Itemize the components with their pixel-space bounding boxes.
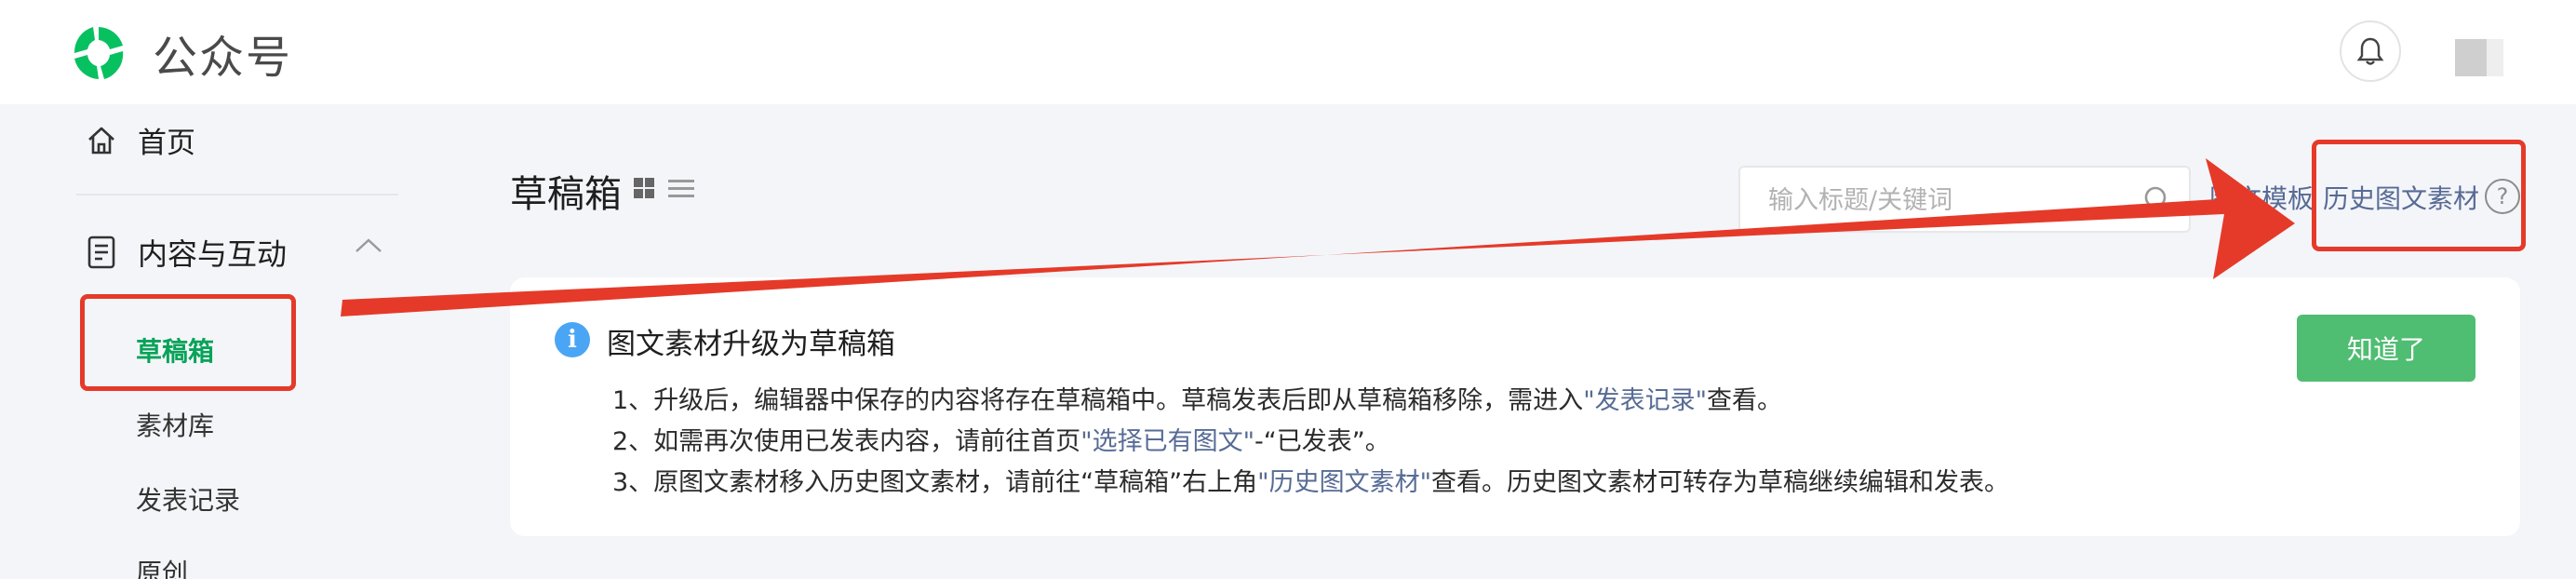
bell-icon: [2356, 37, 2384, 65]
avatar-image: [2455, 39, 2487, 76]
history-materials-inline-link[interactable]: "历史图文素材": [1257, 468, 1431, 497]
notice-line-3-end: 查看。历史图文素材可转存为草稿继续编辑和发表。: [1431, 468, 2009, 497]
view-toggle: [633, 177, 694, 199]
home-icon: [88, 127, 114, 154]
highlight-box-drafts: [80, 294, 296, 391]
search-icon[interactable]: [2142, 184, 2174, 216]
logo[interactable]: 公众号: [67, 20, 292, 86]
wechat-mp-logo-icon: [74, 27, 124, 79]
publish-records-link[interactable]: "发表记录": [1583, 386, 1707, 415]
search-input[interactable]: [1768, 181, 2122, 220]
sidebar-item-home[interactable]: 首页: [86, 119, 195, 161]
grid-view-icon[interactable]: [633, 177, 655, 199]
sidebar-item-original[interactable]: 原创: [136, 553, 188, 579]
notice-line-1-text: 1、升级后，编辑器中保存的内容将存在草稿箱中。草稿发表后即从草稿箱移除，需进入: [612, 386, 1584, 415]
notice-line-1: 1、升级后，编辑器中保存的内容将存在草稿箱中。草稿发表后即从草稿箱移除，需进入"…: [612, 380, 1782, 416]
notice-line-3: 3、原图文素材移入历史图文素材，请前往“草稿箱”右上角"历史图文素材"查看。历史…: [612, 462, 2009, 498]
notification-button[interactable]: [2340, 20, 2401, 82]
notice-line-2-end: -“已发表”。: [1254, 427, 1390, 456]
notice-line-2-text: 2、如需再次使用已发表内容，请前往首页: [612, 427, 1081, 456]
search-box: [1738, 166, 2191, 233]
notice-line-2: 2、如需再次使用已发表内容，请前往首页"选择已有图文"-“已发表”。: [612, 421, 1390, 457]
info-icon: i: [555, 322, 590, 357]
sidebar-item-home-label: 首页: [138, 127, 195, 160]
sidebar-divider: [76, 194, 398, 195]
notice-line-3-text: 3、原图文素材移入历史图文素材，请前往“草稿箱”右上角: [612, 468, 1258, 497]
sidebar-item-materials[interactable]: 素材库: [136, 406, 214, 443]
sidebar-group-label: 内容与互动: [138, 236, 288, 272]
avatar-image-edge: [2487, 39, 2503, 76]
upgrade-notice-card: i 图文素材升级为草稿箱 1、升级后，编辑器中保存的内容将存在草稿箱中。草稿发表…: [510, 277, 2520, 536]
top-header: 公众号: [0, 0, 2576, 104]
list-view-icon[interactable]: [668, 177, 694, 199]
page-title: 草稿箱: [510, 173, 622, 216]
got-it-button[interactable]: 知道了: [2297, 315, 2475, 382]
chevron-up-icon[interactable]: [354, 235, 383, 257]
avatar[interactable]: [2420, 37, 2503, 78]
notice-title: 图文素材升级为草稿箱: [607, 328, 895, 361]
app-name: 公众号: [153, 32, 293, 84]
sidebar-item-publish-records[interactable]: 发表记录: [136, 480, 240, 518]
document-icon: [87, 236, 115, 269]
sidebar-group-content[interactable]: 内容与互动: [86, 231, 393, 274]
select-existing-link[interactable]: "选择已有图文": [1080, 427, 1254, 456]
highlight-box-history: [2312, 140, 2526, 251]
notice-line-1-end: 查看。: [1707, 386, 1783, 415]
template-link[interactable]: 图文模板: [2209, 179, 2312, 216]
